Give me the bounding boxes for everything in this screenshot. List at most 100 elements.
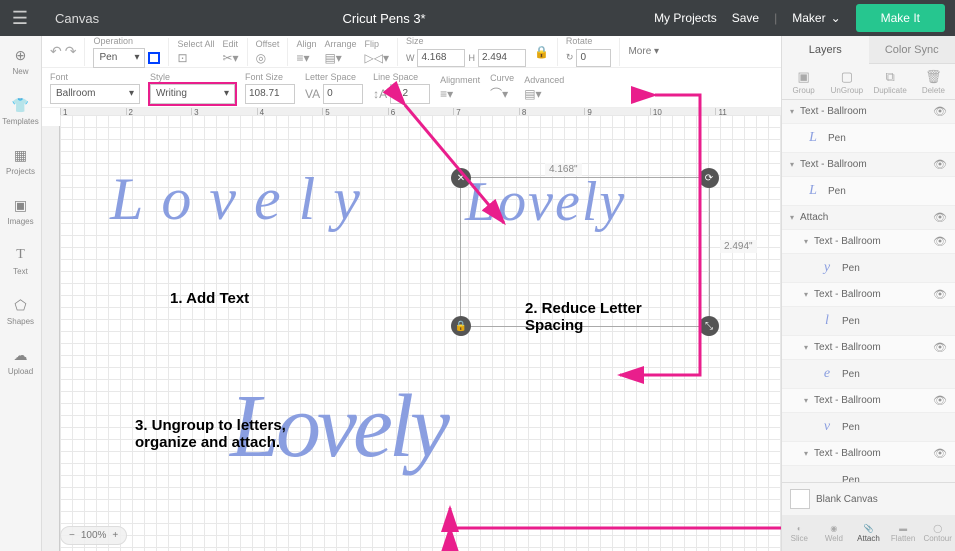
- offset-label: Offset: [256, 39, 280, 49]
- ungroup-button[interactable]: ▢UnGroup: [825, 64, 868, 99]
- save-link[interactable]: Save: [732, 11, 759, 25]
- shapes-icon: ⬠: [11, 296, 29, 314]
- layer-sub[interactable]: vPen: [782, 413, 955, 442]
- rail-templates[interactable]: 👕Templates: [2, 96, 38, 126]
- rail-upload[interactable]: ☁Upload: [8, 346, 33, 376]
- layer-sub[interactable]: ePen: [782, 360, 955, 389]
- divider: |: [774, 11, 777, 25]
- height-input[interactable]: [478, 49, 526, 67]
- resize-handle[interactable]: ⤡: [699, 316, 719, 336]
- slice-button[interactable]: ◐Slice: [782, 515, 817, 551]
- hamburger-menu[interactable]: ☰: [0, 0, 40, 36]
- layer-item[interactable]: ▾Text - Ballroom👁: [782, 100, 955, 124]
- machine-selector[interactable]: Maker ⌄: [792, 11, 840, 25]
- rail-text[interactable]: TText: [12, 246, 30, 276]
- project-title: Cricut Pens 3*: [114, 11, 654, 26]
- rotate-handle[interactable]: ⟳: [699, 168, 719, 188]
- attach-button[interactable]: 📎Attach: [851, 515, 886, 551]
- undo-button[interactable]: ↶: [50, 43, 62, 60]
- lock-handle[interactable]: 🔒: [451, 316, 471, 336]
- eye-icon[interactable]: 👁: [933, 447, 947, 460]
- layer-item[interactable]: ▾Text - Ballroom👁: [782, 442, 955, 466]
- rail-projects[interactable]: ▦Projects: [6, 146, 35, 176]
- shirt-icon: 👕: [12, 96, 30, 114]
- linespace-icon: ↕A: [373, 87, 387, 101]
- layer-item[interactable]: ▾Text - Ballroom👁: [782, 336, 955, 360]
- layer-item[interactable]: ▾Text - Ballroom👁: [782, 153, 955, 177]
- eye-icon[interactable]: 👁: [933, 211, 947, 224]
- operation-dropdown[interactable]: Pen ▾: [93, 48, 145, 68]
- fontsize-input[interactable]: [245, 84, 295, 104]
- linespace-label: Line Space: [373, 72, 430, 82]
- layer-item[interactable]: ▾Text - Ballroom👁: [782, 230, 955, 254]
- rail-images[interactable]: ▣Images: [7, 196, 33, 226]
- edit-button[interactable]: ✂▾: [223, 51, 239, 65]
- eye-icon[interactable]: 👁: [933, 105, 947, 118]
- select-all-button[interactable]: ⊡: [177, 51, 214, 65]
- pen-color-swatch[interactable]: [148, 52, 160, 64]
- weld-button[interactable]: ◉Weld: [817, 515, 852, 551]
- flatten-button[interactable]: ▬Flatten: [886, 515, 921, 551]
- plus-icon: ⊕: [12, 46, 30, 64]
- tab-color-sync[interactable]: Color Sync: [869, 36, 955, 64]
- rail-shapes[interactable]: ⬠Shapes: [7, 296, 34, 326]
- annotation-3: 3. Ungroup to letters, organize and atta…: [135, 417, 286, 451]
- dim-height: 2.494": [720, 240, 757, 253]
- layer-item[interactable]: ▾Text - Ballroom👁: [782, 389, 955, 413]
- tab-layers[interactable]: Layers: [782, 36, 869, 64]
- grid-icon: ▦: [12, 146, 30, 164]
- delete-handle[interactable]: ✕: [451, 168, 471, 188]
- curve-label: Curve: [490, 73, 514, 83]
- edit-label: Edit: [223, 39, 239, 49]
- zoom-control[interactable]: − 100% +: [60, 526, 127, 545]
- align-label: Align: [296, 39, 316, 49]
- layer-list: ▾Text - Ballroom👁 LPen ▾Text - Ballroom👁…: [782, 100, 955, 482]
- flip-label: Flip: [364, 39, 388, 49]
- linespace-input[interactable]: [390, 84, 430, 104]
- rotate-input[interactable]: [576, 49, 611, 67]
- arrange-button[interactable]: ▤▾: [324, 51, 356, 65]
- group-button[interactable]: ▣Group: [782, 64, 825, 99]
- offset-button[interactable]: ◎: [256, 51, 280, 65]
- make-it-button[interactable]: Make It: [856, 4, 945, 32]
- eye-icon[interactable]: 👁: [933, 394, 947, 407]
- curve-button[interactable]: ⌒▾: [490, 85, 514, 102]
- layer-sub[interactable]: yPen: [782, 254, 955, 283]
- dim-width: 4.168": [545, 163, 582, 176]
- eye-icon[interactable]: 👁: [933, 235, 947, 248]
- blank-canvas-row[interactable]: Blank Canvas: [782, 483, 955, 515]
- redo-button[interactable]: ↷: [65, 43, 77, 60]
- annotation-1: 1. Add Text: [170, 290, 249, 307]
- eye-icon[interactable]: 👁: [933, 288, 947, 301]
- eye-icon[interactable]: 👁: [933, 341, 947, 354]
- layer-item[interactable]: ▾Text - Ballroom👁: [782, 283, 955, 307]
- layer-sub[interactable]: LPen: [782, 124, 955, 153]
- fontsize-label: Font Size: [245, 72, 295, 82]
- layer-sub[interactable]: Pen: [782, 466, 955, 482]
- contour-button[interactable]: ◯Contour: [920, 515, 955, 551]
- more-button[interactable]: More ▾: [628, 46, 659, 57]
- size-label: Size: [406, 36, 526, 46]
- rail-new[interactable]: ⊕New: [12, 46, 30, 76]
- alignment-label: Alignment: [440, 75, 480, 85]
- canvas[interactable]: Lovely ✕ ⟳ 🔒 ⤡ 4.168" 2.494" Lovely Love…: [60, 115, 781, 551]
- align-button[interactable]: ≡▾: [296, 51, 316, 65]
- my-projects-link[interactable]: My Projects: [654, 11, 717, 25]
- canvas-label: Canvas: [40, 11, 114, 26]
- delete-button[interactable]: 🗑Delete: [912, 64, 955, 99]
- eye-icon[interactable]: 👁: [933, 158, 947, 171]
- width-input[interactable]: [417, 49, 465, 67]
- alignment-button[interactable]: ≡▾: [440, 87, 480, 101]
- lock-aspect-icon[interactable]: 🔒: [534, 45, 549, 59]
- arrange-label: Arrange: [324, 39, 356, 49]
- layer-attach[interactable]: ▾Attach👁: [782, 206, 955, 230]
- image-icon: ▣: [11, 196, 29, 214]
- layer-sub[interactable]: LPen: [782, 177, 955, 206]
- duplicate-button[interactable]: ⧉Duplicate: [869, 64, 912, 99]
- layer-sub[interactable]: lPen: [782, 307, 955, 336]
- advanced-button[interactable]: ▤▾: [524, 87, 564, 101]
- flip-button[interactable]: ▷◁▾: [364, 51, 388, 65]
- style-dropdown[interactable]: Writing▾: [150, 84, 235, 104]
- font-dropdown[interactable]: Ballroom▾: [50, 84, 140, 104]
- letterspace-input[interactable]: [323, 84, 363, 104]
